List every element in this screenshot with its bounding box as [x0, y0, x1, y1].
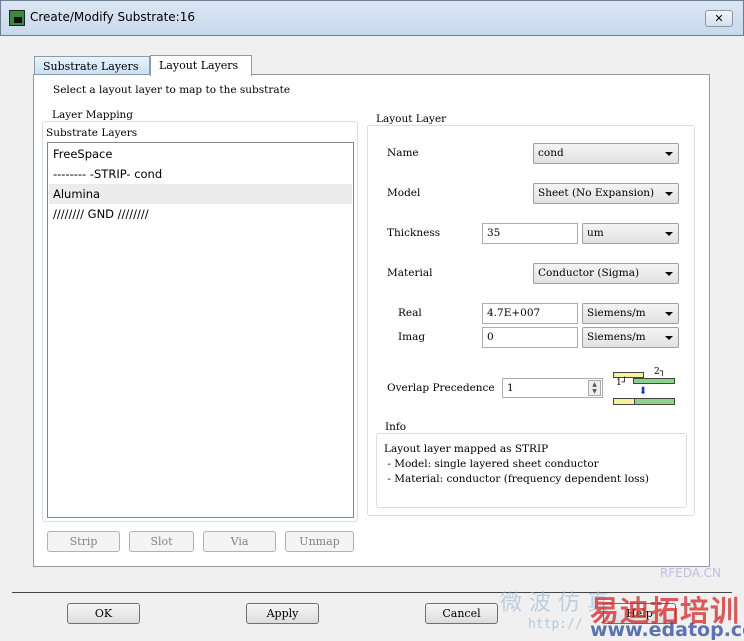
- via-button[interactable]: Via: [203, 531, 276, 552]
- ok-button[interactable]: OK: [67, 603, 140, 624]
- imag-input[interactable]: 0: [482, 327, 578, 348]
- slot-button[interactable]: Slot: [129, 531, 194, 552]
- thickness-unit-select[interactable]: um: [582, 223, 679, 244]
- chevron-down-icon: [665, 232, 673, 236]
- app-icon: [9, 10, 25, 26]
- chevron-down-icon: [665, 272, 673, 276]
- model-select[interactable]: Sheet (No Expansion): [533, 183, 679, 204]
- list-item[interactable]: -------- -STRIP- cond: [49, 164, 352, 184]
- material-select[interactable]: Conductor (Sigma): [533, 263, 679, 284]
- layout-layer-label: Layout Layer: [373, 113, 450, 125]
- real-unit-select[interactable]: Siemens/m: [582, 303, 679, 324]
- name-value: cond: [538, 147, 564, 159]
- overlap-icon-label-1: 1┘: [616, 378, 628, 388]
- thickness-unit-value: um: [587, 227, 604, 239]
- list-item-selected[interactable]: Alumina: [49, 184, 352, 204]
- chevron-down-icon: [665, 312, 673, 316]
- model-label: Model: [387, 187, 421, 199]
- imag-unit-value: Siemens/m: [587, 331, 646, 343]
- info-label: Info: [382, 421, 410, 433]
- tab-substrate-layers[interactable]: Substrate Layers: [34, 56, 150, 76]
- imag-unit-select[interactable]: Siemens/m: [582, 327, 679, 348]
- chevron-down-icon: [665, 336, 673, 340]
- spin-arrows-icon[interactable]: ▲ ▼: [588, 380, 601, 396]
- unmap-button[interactable]: Unmap: [285, 531, 354, 552]
- chevron-down-icon: [665, 192, 673, 196]
- layer-mapping-label: Layer Mapping: [49, 109, 137, 121]
- name-label: Name: [387, 147, 419, 159]
- cancel-button[interactable]: Cancel: [425, 603, 498, 624]
- strip-button[interactable]: Strip: [47, 531, 120, 552]
- substrate-layers-list[interactable]: FreeSpace -------- -STRIP- cond Alumina …: [47, 142, 354, 518]
- real-label: Real: [398, 307, 422, 319]
- real-unit-value: Siemens/m: [587, 307, 646, 319]
- overlap-icon-label-2: 2┐: [654, 367, 666, 377]
- info-line: - Model: single layered sheet conductor: [384, 458, 599, 470]
- thickness-label: Thickness: [387, 227, 441, 239]
- info-line: - Material: conductor (frequency depende…: [384, 473, 650, 485]
- instruction-text: Select a layout layer to map to the subs…: [53, 84, 291, 96]
- watermark-site: RFEDA.CN: [660, 566, 722, 580]
- overlap-precedence-spinner[interactable]: 1 ▲ ▼: [502, 378, 603, 398]
- imag-label: Imag: [398, 331, 426, 343]
- material-value: Conductor (Sigma): [538, 267, 640, 279]
- list-item[interactable]: //////// GND ////////: [49, 204, 352, 224]
- overlap-precedence-label: Overlap Precedence: [387, 382, 495, 394]
- substrate-layers-label: Substrate Layers: [46, 127, 138, 139]
- real-input[interactable]: 4.7E+007: [482, 303, 578, 324]
- window-title: Create/Modify Substrate:16: [30, 10, 195, 24]
- overlap-value: 1: [507, 382, 514, 394]
- model-value: Sheet (No Expansion): [538, 187, 655, 199]
- apply-button[interactable]: Apply: [246, 603, 319, 624]
- close-button[interactable]: ✕: [705, 10, 733, 27]
- tab-layout-layers[interactable]: Layout Layers: [150, 55, 252, 76]
- arrow-down-icon: ⬇: [639, 386, 648, 397]
- overlap-precedence-icon: 2┐ 1┘ ⬇: [612, 367, 676, 408]
- chevron-down-icon: [665, 152, 673, 156]
- info-line: Layout layer mapped as STRIP: [384, 443, 549, 455]
- material-label: Material: [387, 267, 433, 279]
- list-item[interactable]: FreeSpace: [49, 144, 352, 164]
- watermark-url: www.edatop.com: [590, 619, 744, 641]
- thickness-input[interactable]: 35: [482, 223, 578, 244]
- watermark-http: http://: [528, 617, 583, 632]
- name-select[interactable]: cond: [533, 143, 679, 164]
